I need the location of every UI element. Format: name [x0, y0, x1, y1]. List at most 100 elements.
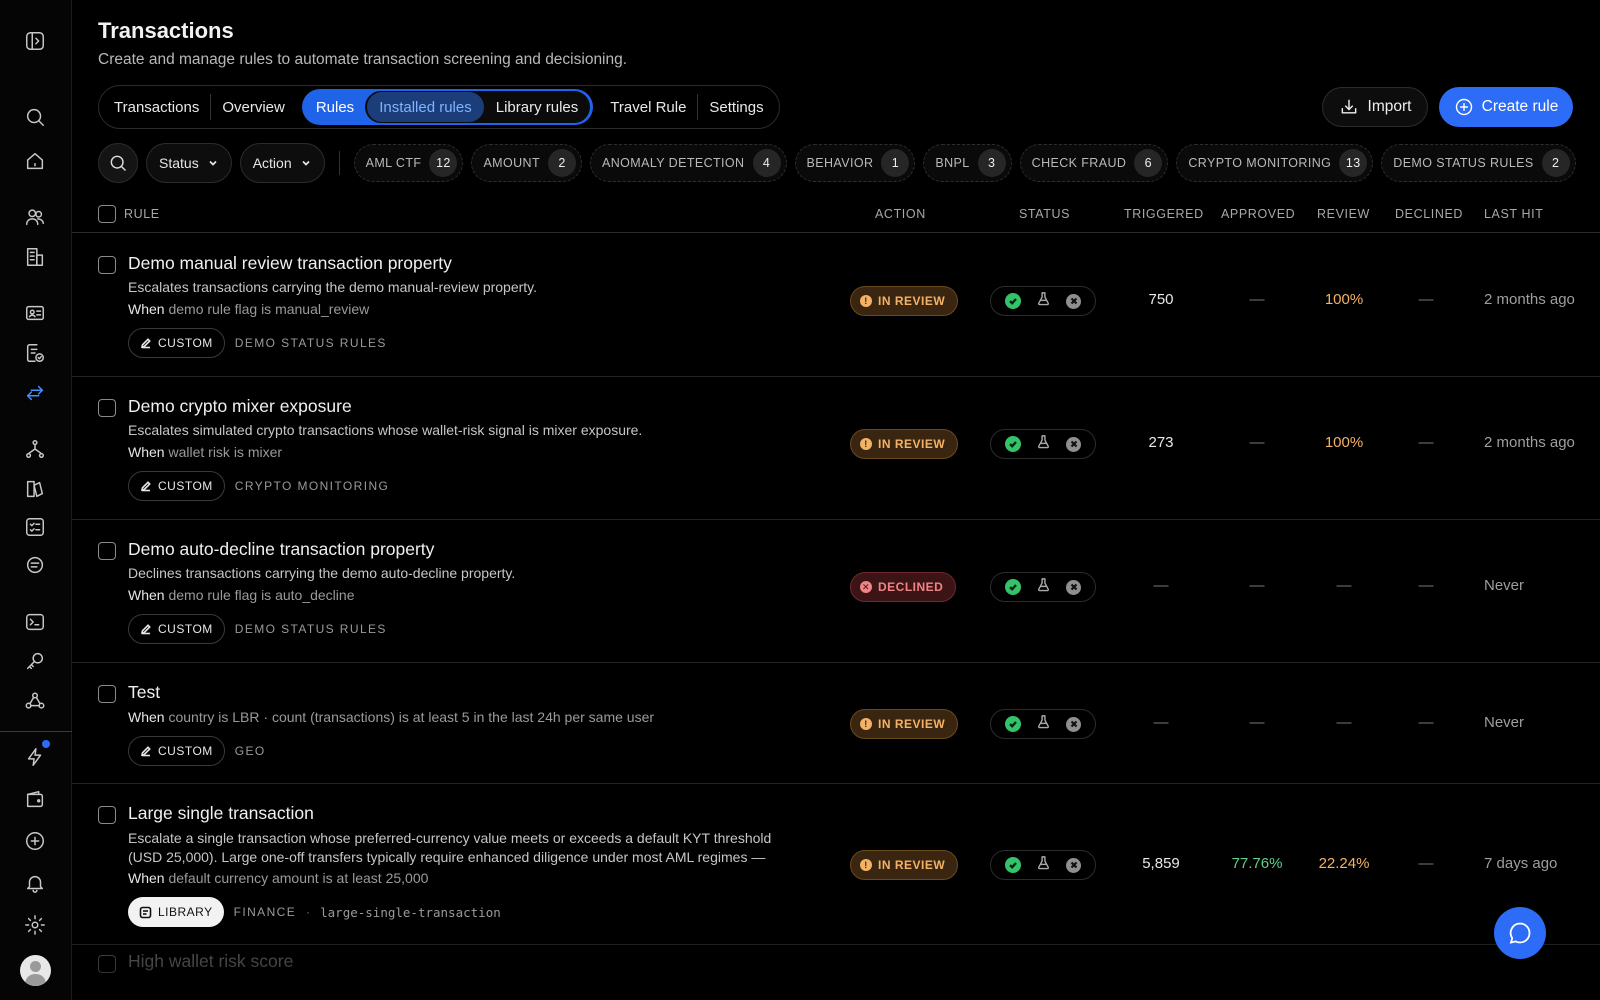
- category-chip[interactable]: BEHAVIOR 1: [794, 144, 916, 182]
- category-chip[interactable]: CHECK FRAUD 6: [1019, 144, 1169, 182]
- column-rule[interactable]: RULE: [124, 204, 160, 224]
- row-checkbox[interactable]: [98, 685, 116, 703]
- column-action[interactable]: ACTION: [875, 204, 926, 224]
- search-icon[interactable]: [22, 104, 48, 130]
- enabled-check-icon[interactable]: [1004, 436, 1021, 452]
- subtab-library-rules[interactable]: Library rules: [484, 92, 591, 122]
- action-label: IN REVIEW: [878, 717, 946, 731]
- category-chip[interactable]: BNPL 3: [923, 144, 1012, 182]
- chip-count: 13: [1339, 149, 1368, 177]
- flask-icon[interactable]: [1036, 434, 1051, 454]
- table-row[interactable]: Demo manual review transaction property …: [72, 234, 1600, 377]
- status-filter-dropdown[interactable]: Status: [146, 143, 232, 183]
- document-check-icon[interactable]: [22, 340, 48, 366]
- user-avatar[interactable]: [20, 955, 51, 986]
- import-button[interactable]: Import: [1322, 87, 1428, 127]
- tab-settings[interactable]: Settings: [698, 90, 774, 124]
- row-checkbox[interactable]: [98, 806, 116, 824]
- disable-x-icon[interactable]: [1066, 716, 1082, 732]
- table-row[interactable]: High wallet risk score: [72, 945, 1600, 1000]
- tag-separator: ·: [306, 905, 311, 919]
- sidebar-toggle-icon[interactable]: [22, 28, 48, 54]
- page-title: Transactions: [98, 18, 234, 43]
- last-hit: 2 months ago: [1484, 291, 1575, 308]
- table-row[interactable]: Large single transaction Escalate a sing…: [72, 784, 1600, 945]
- column-declined[interactable]: DECLINED: [1395, 204, 1463, 224]
- download-icon: [1339, 97, 1359, 117]
- settings-gear-icon[interactable]: [22, 912, 48, 938]
- category-chip[interactable]: DEMO STATUS RULES 2: [1381, 144, 1576, 182]
- disable-x-icon[interactable]: [1066, 579, 1082, 595]
- wallet-icon[interactable]: [22, 786, 48, 812]
- enabled-check-icon[interactable]: [1004, 579, 1021, 595]
- action-filter-dropdown[interactable]: Action: [239, 143, 325, 183]
- badge-icon[interactable]: [22, 552, 48, 578]
- filter-search-button[interactable]: [98, 143, 138, 183]
- create-rule-button[interactable]: Create rule: [1439, 87, 1573, 127]
- add-circle-icon[interactable]: [22, 828, 48, 854]
- key-icon[interactable]: [22, 648, 48, 674]
- chat-support-button[interactable]: [1494, 907, 1546, 959]
- subtab-installed-rules[interactable]: Installed rules: [367, 92, 484, 122]
- chip-label: AMOUNT: [483, 156, 541, 170]
- checklist-icon[interactable]: [22, 514, 48, 540]
- category-chip[interactable]: AMOUNT 2: [471, 144, 583, 182]
- bolt-icon[interactable]: [22, 740, 50, 770]
- disable-x-icon[interactable]: [1066, 293, 1082, 309]
- column-triggered[interactable]: TRIGGERED: [1124, 204, 1204, 224]
- rule-title[interactable]: Test: [128, 682, 160, 703]
- rule-title[interactable]: High wallet risk score: [128, 951, 293, 972]
- users-icon[interactable]: [22, 204, 48, 230]
- enabled-check-icon[interactable]: [1004, 293, 1021, 309]
- flask-icon[interactable]: [1036, 291, 1051, 311]
- enabled-check-icon[interactable]: [1004, 857, 1021, 873]
- action-label: IN REVIEW: [878, 437, 946, 451]
- business-icon[interactable]: [22, 244, 48, 270]
- column-last-hit[interactable]: LAST HIT: [1484, 204, 1543, 224]
- rule-title[interactable]: Demo crypto mixer exposure: [128, 396, 352, 417]
- rule-condition: When default currency amount is at least…: [128, 870, 428, 886]
- chip-count: 12: [429, 149, 458, 177]
- webhook-icon[interactable]: [22, 688, 48, 714]
- column-approved[interactable]: APPROVED: [1221, 204, 1295, 224]
- tab-transactions[interactable]: Transactions: [103, 90, 210, 124]
- action-badge: ! IN REVIEW: [850, 709, 959, 739]
- sidebar-divider: [0, 731, 72, 732]
- enabled-check-icon[interactable]: [1004, 716, 1021, 732]
- row-checkbox[interactable]: [98, 256, 116, 274]
- id-card-icon[interactable]: [22, 300, 48, 326]
- column-review[interactable]: REVIEW: [1317, 204, 1370, 224]
- pencil-icon: [140, 623, 152, 635]
- terminal-icon[interactable]: [22, 609, 48, 635]
- tab-travel-rule[interactable]: Travel Rule: [599, 90, 697, 124]
- table-row[interactable]: Demo crypto mixer exposure Escalates sim…: [72, 377, 1600, 520]
- cases-icon[interactable]: [22, 476, 48, 502]
- rule-tags: CUSTOM DEMO STATUS RULES: [128, 328, 387, 358]
- x-circle-icon: ✕: [860, 581, 872, 593]
- row-checkbox[interactable]: [98, 542, 116, 560]
- rule-title[interactable]: Demo manual review transaction property: [128, 253, 452, 274]
- column-status[interactable]: STATUS: [1019, 204, 1070, 224]
- workflow-icon[interactable]: [22, 436, 48, 462]
- row-checkbox[interactable]: [98, 955, 116, 973]
- rule-title[interactable]: Large single transaction: [128, 803, 314, 824]
- row-checkbox[interactable]: [98, 399, 116, 417]
- table-row[interactable]: Demo auto-decline transaction property D…: [72, 520, 1600, 663]
- flask-icon[interactable]: [1036, 855, 1051, 875]
- disable-x-icon[interactable]: [1066, 436, 1082, 452]
- tab-overview[interactable]: Overview: [211, 90, 296, 124]
- condition-text: demo rule flag is manual_review: [168, 301, 370, 317]
- flask-icon[interactable]: [1036, 714, 1051, 734]
- transactions-icon[interactable]: [22, 380, 48, 406]
- home-icon[interactable]: [22, 148, 48, 174]
- rule-title[interactable]: Demo auto-decline transaction property: [128, 539, 434, 560]
- category-chip[interactable]: AML CTF 12: [353, 144, 464, 182]
- flask-icon[interactable]: [1036, 577, 1051, 597]
- category-chip[interactable]: ANOMALY DETECTION 4: [590, 144, 787, 182]
- select-all-checkbox[interactable]: [98, 205, 116, 223]
- table-row[interactable]: Test When country is LBR · count (transa…: [72, 663, 1600, 784]
- bell-icon[interactable]: [22, 870, 48, 896]
- disable-x-icon[interactable]: [1066, 857, 1082, 873]
- category-chip[interactable]: CRYPTO MONITORING 13: [1176, 144, 1374, 182]
- tab-rules[interactable]: Rules: [302, 90, 364, 124]
